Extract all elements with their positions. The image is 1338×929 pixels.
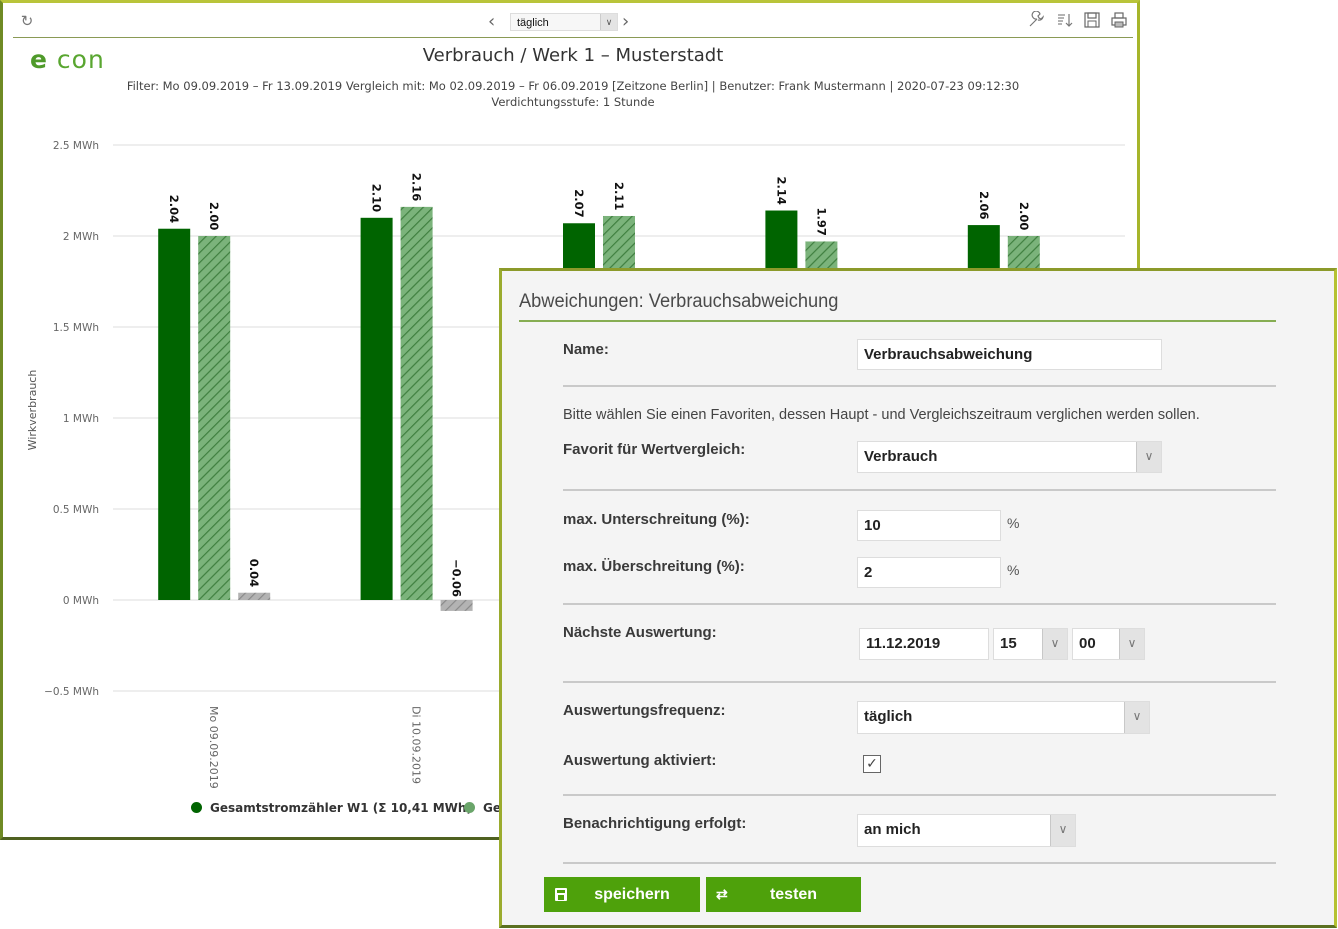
divider: [563, 794, 1276, 796]
chevron-down-icon[interactable]: ∨: [1124, 702, 1149, 733]
divider: [563, 862, 1276, 864]
name-input[interactable]: Verbrauchsabweichung: [857, 339, 1162, 370]
title-divider: [519, 320, 1276, 322]
favorite-hint: Bitte wählen Sie einen Favoriten, dessen…: [563, 407, 1200, 423]
bar-diff[interactable]: [238, 592, 271, 600]
bar-diff[interactable]: [440, 600, 473, 611]
test-button[interactable]: ⇄ testen: [706, 877, 861, 912]
evaluation-active-label: Auswertung aktiviert:: [563, 752, 717, 769]
divider: [563, 603, 1276, 605]
under-threshold-input[interactable]: 10: [857, 510, 1001, 541]
data-label: 2.11: [612, 182, 626, 210]
data-label: 2.00: [207, 202, 221, 230]
legend-dot-icon: [464, 802, 475, 813]
y-tick-label: 2.5 MWh: [53, 140, 99, 152]
percent-unit: %: [1007, 515, 1020, 531]
deviation-dialog: Abweichungen: Verbrauchsabweichung Name:…: [499, 268, 1337, 928]
y-tick-label: 1 MWh: [63, 413, 99, 425]
frequency-select-value: täglich: [864, 708, 913, 725]
chevron-down-icon[interactable]: ∨: [1119, 629, 1144, 659]
data-label: −0.06: [450, 559, 464, 597]
next-evaluation-minute-select[interactable]: 00 ∨: [1072, 628, 1145, 660]
data-label: 2.16: [410, 173, 424, 201]
evaluation-active-checkbox[interactable]: ✓: [863, 755, 881, 773]
y-tick-label: −0.5 MWh: [44, 686, 99, 698]
chevron-down-icon[interactable]: ∨: [1136, 442, 1161, 472]
data-label: 2.14: [774, 177, 788, 205]
y-tick-label: 2 MWh: [63, 231, 99, 243]
dialog-title: Abweichungen: Verbrauchsabweichung: [519, 291, 839, 312]
frequency-label: Auswertungsfrequenz:: [563, 702, 726, 719]
minute-value: 00: [1079, 635, 1096, 652]
chevron-down-icon[interactable]: ∨: [1042, 629, 1067, 659]
bar-main[interactable]: [360, 217, 393, 601]
test-button-label: testen: [769, 886, 818, 903]
data-label: 2.04: [167, 195, 181, 223]
y-tick-label: 0.5 MWh: [53, 504, 99, 516]
data-label: 0.04: [247, 559, 261, 587]
y-tick-label: 0 MWh: [63, 595, 99, 607]
legend-label: Gesamtstromzähler W1 (Σ 10,41 MWh): [210, 801, 472, 815]
divider: [563, 489, 1276, 491]
legend-item-main[interactable]: Gesamtstromzähler W1 (Σ 10,41 MWh): [191, 801, 472, 815]
name-label: Name:: [563, 341, 609, 358]
next-evaluation-date-input[interactable]: 11.12.2019: [859, 628, 989, 660]
save-button-label: speichern: [594, 886, 670, 903]
data-label: 2.10: [370, 184, 384, 212]
x-tick-label: Di 10.09.2019: [410, 706, 423, 784]
data-label: 2.00: [1017, 202, 1031, 230]
x-tick-label: Mo 09.09.2019: [207, 706, 220, 789]
over-threshold-label: max. Überschreitung (%):: [563, 558, 745, 575]
notification-select-value: an mich: [864, 821, 921, 838]
bar-compare[interactable]: [400, 206, 433, 600]
favorite-select[interactable]: Verbrauch ∨: [857, 441, 1162, 473]
y-tick-label: 1.5 MWh: [53, 322, 99, 334]
next-evaluation-hour-select[interactable]: 15 ∨: [993, 628, 1068, 660]
favorite-select-value: Verbrauch: [864, 448, 938, 465]
bar-compare[interactable]: [198, 236, 231, 600]
legend-dot-icon: [191, 802, 202, 813]
next-evaluation-label: Nächste Auswertung:: [563, 624, 717, 641]
over-threshold-input[interactable]: 2: [857, 557, 1001, 588]
data-label: 1.97: [814, 207, 828, 235]
favorite-label: Favorit für Wertvergleich:: [563, 441, 746, 458]
data-label: 2.06: [977, 191, 991, 219]
percent-unit: %: [1007, 562, 1020, 578]
legend-item-compare[interactable]: Ge: [464, 801, 501, 815]
divider: [563, 681, 1276, 683]
under-threshold-label: max. Unterschreitung (%):: [563, 511, 750, 528]
notification-label: Benachrichtigung erfolgt:: [563, 815, 747, 832]
hour-value: 15: [1000, 635, 1017, 652]
bar-main[interactable]: [158, 228, 191, 600]
y-axis-title: Wirkverbrauch: [26, 370, 39, 451]
frequency-select[interactable]: täglich ∨: [857, 701, 1150, 734]
save-button[interactable]: speichern: [544, 877, 700, 912]
data-label: 2.07: [572, 189, 586, 217]
divider: [563, 385, 1276, 387]
chevron-down-icon[interactable]: ∨: [1050, 815, 1075, 846]
notification-select[interactable]: an mich ∨: [857, 814, 1076, 847]
